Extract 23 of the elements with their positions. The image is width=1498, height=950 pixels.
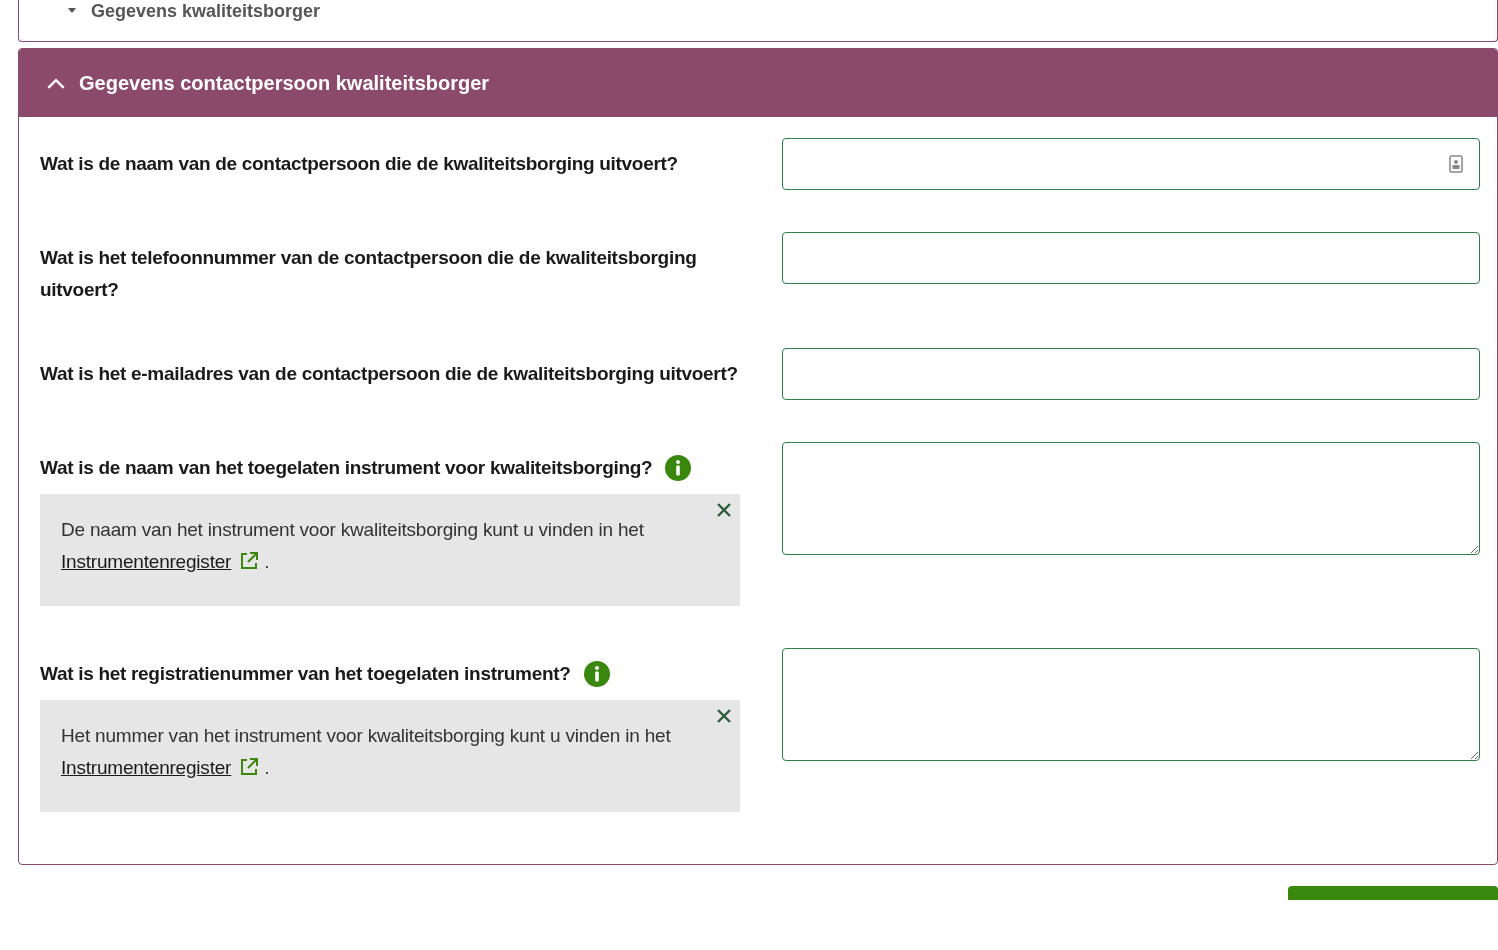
caret-down-icon: [67, 8, 77, 14]
question-label: Wat is de naam van de contactpersoon die de kwaliteitsborging uitvoert?: [40, 152, 678, 176]
text-input-field[interactable]: [782, 138, 1480, 190]
text-input-field[interactable]: [782, 348, 1480, 400]
question-label: Wat is het e-mailadres van de contactpersoon die de kwaliteitsborging uitvoert?: [40, 362, 738, 386]
external-link-icon: [239, 757, 260, 777]
close-icon[interactable]: [717, 503, 731, 517]
info-icon[interactable]: [664, 454, 693, 482]
accordion-header[interactable]: Gegevens contactpersoon kwaliteitsborger: [19, 49, 1497, 117]
chevron-up-icon: [47, 77, 65, 89]
question-label: Wat is het telefoonnummer van de contactpersoon die de kwaliteitsborging uitvoert?: [40, 246, 698, 302]
info-icon[interactable]: [582, 660, 611, 688]
register-link[interactable]: Instrumentenregister: [61, 757, 232, 778]
question-label: Wat is de naam van het toegelaten instrument voor kwaliteitsborging?: [40, 456, 653, 480]
close-icon[interactable]: [717, 709, 731, 723]
question-label: Wat is het registratienummer van het toegelaten instrument?: [40, 662, 571, 686]
info-text: De naam van het instrument voor kwaliteitsborging kunt u vinden in het Instrumentenregister .: [61, 518, 645, 574]
register-link[interactable]: Instrumentenregister: [61, 551, 232, 572]
text-input-field[interactable]: [782, 232, 1480, 284]
text-area-field[interactable]: [782, 442, 1480, 555]
external-link-icon: [239, 551, 260, 571]
info-text: Het nummer van het instrument voor kwaliteitsborging kunt u vinden in het Instrumentenregister .: [61, 724, 672, 780]
text-area-field[interactable]: [782, 648, 1480, 761]
